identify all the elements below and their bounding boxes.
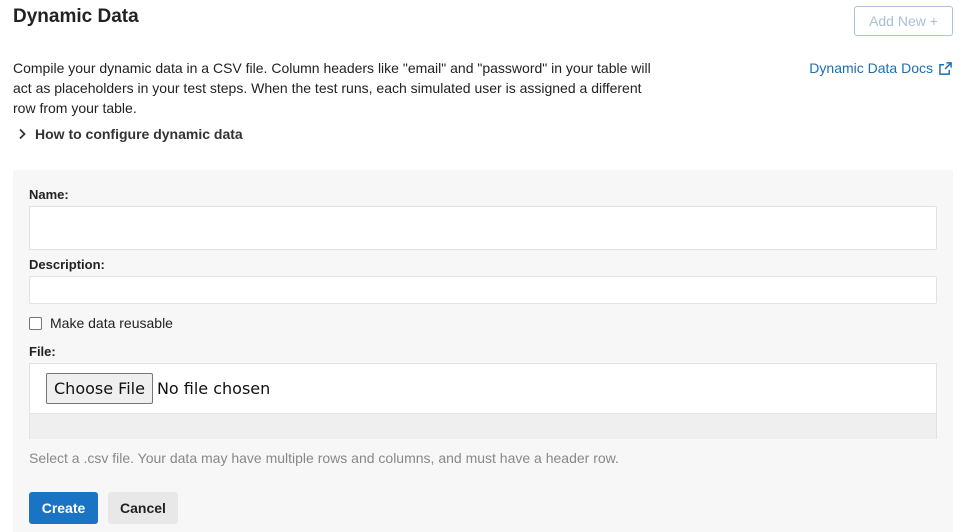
- reusable-option: Make data reusable: [29, 315, 173, 331]
- file-input: Choose File No file chosen: [30, 364, 936, 413]
- how-to-configure-label: How to configure dynamic data: [35, 126, 243, 142]
- dynamic-data-form: Name: Description: Make data reusable Fi…: [13, 170, 953, 532]
- page-title: Dynamic Data: [13, 6, 139, 27]
- name-input[interactable]: [29, 206, 937, 250]
- file-help-text: Select a .csv file. Your data may have m…: [29, 450, 619, 466]
- reusable-checkbox[interactable]: [29, 316, 42, 330]
- intro-text: Compile your dynamic data in a CSV file.…: [13, 60, 651, 116]
- docs-link-label: Dynamic Data Docs: [809, 60, 933, 76]
- create-button[interactable]: Create: [29, 492, 98, 524]
- choose-file-button[interactable]: Choose File: [46, 373, 153, 404]
- cancel-button[interactable]: Cancel: [108, 492, 178, 524]
- chevron-right-icon: [19, 128, 26, 140]
- reusable-label[interactable]: Make data reusable: [50, 315, 173, 331]
- file-preview-bar: [30, 413, 936, 439]
- file-status: No file chosen: [156, 379, 271, 398]
- file-upload-box: Choose File No file chosen: [29, 363, 937, 439]
- dynamic-data-docs-link[interactable]: Dynamic Data Docs: [809, 58, 952, 78]
- add-new-button[interactable]: Add New +: [854, 6, 953, 36]
- description-label: Description:: [29, 257, 105, 272]
- how-to-configure-toggle[interactable]: How to configure dynamic data: [17, 126, 243, 142]
- file-label: File:: [29, 344, 56, 359]
- name-label: Name:: [29, 187, 69, 202]
- description-input[interactable]: [29, 276, 937, 304]
- external-link-icon: [939, 61, 952, 75]
